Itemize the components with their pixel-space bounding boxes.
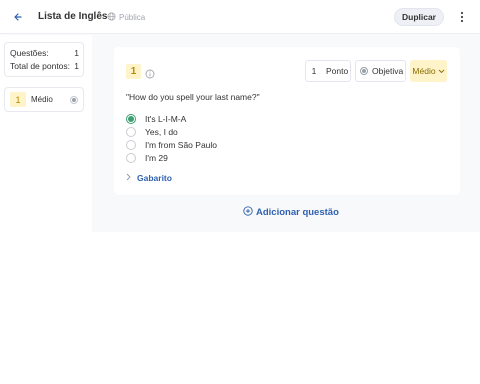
question-nav-difficulty: Médio [31, 95, 53, 104]
option-label: It's L-I-M-A [145, 114, 187, 124]
page-title: Lista de Inglês [38, 11, 108, 22]
objective-radio-icon [360, 67, 368, 75]
answer-key-label: Gabarito [137, 173, 172, 183]
questions-count-value: 1 [74, 48, 79, 58]
top-bar: Lista de Inglês Pública Duplicar [0, 0, 480, 34]
question-number: 1 [126, 64, 141, 79]
option-label: Yes, I do [145, 127, 178, 137]
questions-count-label: Questões: [10, 48, 49, 58]
question-card: 1 1 Ponto Objetiva Médio "How do you spe… [114, 47, 460, 195]
answer-option[interactable]: I'm 29 [126, 152, 168, 164]
visibility-label: Pública [119, 13, 146, 22]
difficulty-label: Médio [412, 66, 436, 76]
chevron-right-icon [126, 173, 131, 183]
answer-option[interactable]: Yes, I do [126, 126, 178, 138]
option-radio[interactable] [126, 153, 136, 163]
summary-points-row: Total de pontos: 1 [10, 61, 79, 74]
question-type-label: Objetiva [372, 66, 404, 76]
option-radio[interactable] [126, 127, 136, 137]
summary-questions-row: Questões: 1 [10, 48, 79, 61]
add-question-button[interactable]: Adicionar questão [243, 206, 339, 219]
difficulty-dropdown[interactable]: Médio [410, 60, 447, 82]
question-text: "How do you spell your last name?" [126, 92, 260, 102]
summary-card: Questões: 1 Total de pontos: 1 [4, 42, 84, 77]
plus-circle-icon [243, 206, 253, 219]
question-type-radio-icon [70, 96, 78, 104]
total-points-value: 1 [74, 61, 79, 71]
total-points-label: Total de pontos: [10, 61, 71, 71]
add-question-label: Adicionar questão [256, 207, 339, 218]
points-value[interactable]: 1 [307, 66, 321, 76]
globe-icon [107, 12, 116, 23]
duplicate-button[interactable]: Duplicar [394, 8, 444, 26]
more-options-icon[interactable] [455, 9, 469, 25]
back-arrow-icon[interactable] [10, 9, 26, 25]
answer-key-toggle[interactable]: Gabarito [126, 173, 172, 183]
option-label: I'm from São Paulo [145, 140, 218, 150]
answer-option[interactable]: It's L-I-M-A [126, 113, 186, 125]
points-field[interactable]: 1 Ponto [305, 60, 351, 82]
info-icon[interactable] [145, 66, 155, 79]
option-radio-selected[interactable] [126, 114, 136, 124]
visibility-status[interactable]: Pública [107, 12, 145, 23]
question-type-button[interactable]: Objetiva [355, 60, 406, 82]
option-radio[interactable] [126, 140, 136, 150]
chevron-down-icon [438, 66, 445, 76]
answer-option[interactable]: I'm from São Paulo [126, 139, 217, 151]
question-nav-item[interactable]: 1 Médio [4, 87, 84, 112]
option-label: I'm 29 [145, 153, 168, 163]
points-unit-label: Ponto [326, 66, 349, 76]
question-nav-number: 1 [10, 92, 26, 107]
